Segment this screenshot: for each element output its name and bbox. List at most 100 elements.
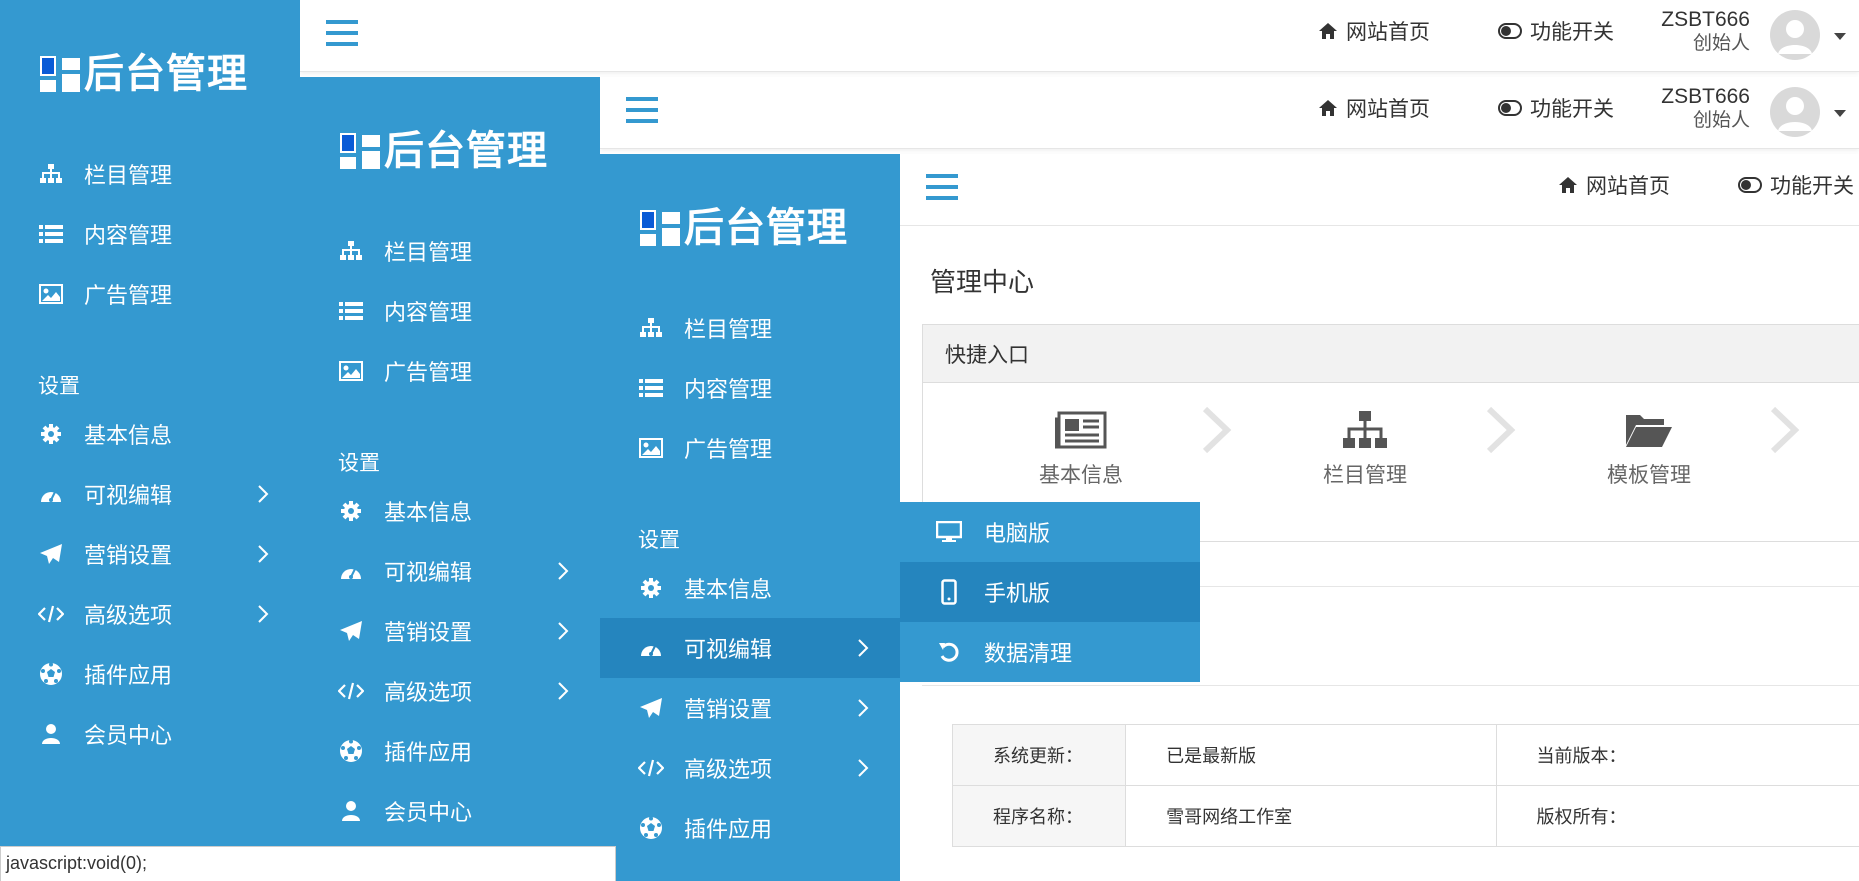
sidebar-item-columns[interactable]: 栏目管理 <box>300 221 600 281</box>
quick-entry-title: 快捷入口 <box>923 325 1859 383</box>
chevron-right-icon <box>558 622 569 640</box>
chevron-right-icon <box>258 485 269 503</box>
sidebar-section-settings: 设置 <box>338 452 380 475</box>
sidebar-item-members[interactable]: 会员中心 <box>0 704 300 764</box>
logo-text: 后台管理 <box>684 205 848 251</box>
sidebar-item-columns[interactable]: 栏目管理 <box>0 144 300 204</box>
soccer-ball-icon <box>38 661 64 687</box>
sidebar-item-ads[interactable]: 广告管理 <box>0 264 300 324</box>
home-link[interactable]: 网站首页 <box>1558 170 1670 200</box>
sidebar-item-marketing[interactable]: 营销设置 <box>300 601 600 661</box>
sidebar-item-marketing[interactable]: 营销设置 <box>0 524 300 584</box>
gear-icon <box>638 575 664 601</box>
gear-icon <box>38 421 64 447</box>
logo: 后台管理 <box>638 206 848 250</box>
sidebar-item-visual-edit[interactable]: 可视编辑 <box>600 618 900 678</box>
menu-toggle-icon[interactable] <box>626 97 658 125</box>
logo: 后台管理 <box>338 129 548 173</box>
feature-toggle-link[interactable]: 功能开关 <box>1498 93 1614 123</box>
user-role: 创始人 <box>1692 33 1750 54</box>
sitemap-icon <box>638 315 664 341</box>
user-dropdown-caret-icon[interactable] <box>1834 33 1846 40</box>
sidebar-item-ads[interactable]: 广告管理 <box>600 418 900 478</box>
sidebar-item-columns[interactable]: 栏目管理 <box>600 298 900 358</box>
system-info-table: 系统更新： 已是最新版 当前版本： 程序名称： 雪哥网络工作室 版权所有： <box>951 724 1859 847</box>
sidebar-item-basic-info[interactable]: 基本信息 <box>600 558 900 618</box>
user-info[interactable]: ZSBT666 创始人 <box>1650 85 1750 133</box>
submenu-item-desktop[interactable]: 电脑版 <box>900 502 1200 562</box>
sidebar-item-content[interactable]: 内容管理 <box>600 358 900 418</box>
code-icon <box>38 601 64 627</box>
sidebar-item-content[interactable]: 内容管理 <box>0 204 300 264</box>
top-header: 网站首页 功能开关 <box>900 154 1859 226</box>
page-title: 管理中心 <box>930 267 1035 297</box>
logo-text: 后台管理 <box>384 128 548 174</box>
sidebar: 后台管理 栏目管理 内容管理 广告管理 设置 基本信息 可视编辑 营销设置 高级… <box>600 154 900 881</box>
sidebar-section-settings: 设置 <box>638 529 680 552</box>
toggle-icon <box>1498 23 1522 39</box>
sidebar-item-plugins[interactable]: 插件应用 <box>600 798 900 858</box>
sidebar-item-members[interactable]: 会员中心 <box>300 781 600 841</box>
paper-plane-icon <box>638 695 664 721</box>
sidebar-nav: 栏目管理 内容管理 广告管理 设置 基本信息 可视编辑 营销设置 高级选项 插件… <box>300 221 600 841</box>
undo-icon <box>936 639 962 665</box>
submenu-item-data-cleanup[interactable]: 数据清理 <box>900 622 1200 682</box>
sidebar-item-advanced[interactable]: 高级选项 <box>600 738 900 798</box>
sidebar-item-marketing[interactable]: 营销设置 <box>600 678 900 738</box>
sidebar-item-ads[interactable]: 广告管理 <box>300 341 600 401</box>
user-icon <box>338 798 364 824</box>
code-icon <box>638 755 664 781</box>
quick-entry-columns[interactable]: 栏目管理 <box>1295 405 1435 489</box>
image-icon <box>338 358 364 384</box>
list-icon <box>338 298 364 324</box>
home-link[interactable]: 网站首页 <box>1318 16 1430 46</box>
avatar[interactable] <box>1770 87 1820 137</box>
logo-mark-icon <box>338 131 382 171</box>
quick-entry-basic-info[interactable]: 基本信息 <box>1011 405 1151 489</box>
folder-open-icon <box>1626 415 1672 447</box>
feature-toggle-link[interactable]: 功能开关 <box>1498 16 1614 46</box>
sidebar-item-plugins[interactable]: 插件应用 <box>0 644 300 704</box>
code-icon <box>338 678 364 704</box>
list-icon <box>38 221 64 247</box>
user-info[interactable]: ZSBT666 创始人 <box>1650 8 1750 56</box>
home-icon <box>1559 177 1577 193</box>
chevron-right-icon <box>858 699 869 717</box>
home-icon <box>1319 23 1337 39</box>
soccer-ball-icon <box>338 738 364 764</box>
user-dropdown-caret-icon[interactable] <box>1834 110 1846 117</box>
sidebar-item-basic-info[interactable]: 基本信息 <box>300 481 600 541</box>
top-header: 网站首页 功能开关 ZSBT666 创始人 <box>300 0 1859 72</box>
soccer-ball-icon <box>638 815 664 841</box>
avatar[interactable] <box>1770 10 1820 60</box>
chevron-right-icon <box>858 639 869 657</box>
table-row: 程序名称： 雪哥网络工作室 版权所有： <box>951 785 1859 847</box>
sidebar-item-content[interactable]: 内容管理 <box>300 281 600 341</box>
sidebar-item-plugins[interactable]: 插件应用 <box>300 721 600 781</box>
chevron-right-icon <box>1202 406 1232 454</box>
feature-toggle-link[interactable]: 功能开关 <box>1738 170 1854 200</box>
sidebar-item-visual-edit[interactable]: 可视编辑 <box>0 464 300 524</box>
sidebar: 后台管理 栏目管理 内容管理 广告管理 设置 基本信息 可视编辑 营销设置 高级… <box>300 77 600 881</box>
menu-toggle-icon[interactable] <box>326 20 358 48</box>
logo-text: 后台管理 <box>84 51 248 97</box>
sidebar-nav: 栏目管理 内容管理 广告管理 设置 基本信息 可视编辑 营销设置 高级选项 插件… <box>0 144 300 764</box>
sidebar-item-basic-info[interactable]: 基本信息 <box>0 404 300 464</box>
sidebar-item-visual-edit[interactable]: 可视编辑 <box>300 541 600 601</box>
quick-entry-templates[interactable]: 模板管理 <box>1579 405 1719 489</box>
image-icon <box>38 281 64 307</box>
menu-toggle-icon[interactable] <box>926 174 958 202</box>
sidebar-item-advanced[interactable]: 高级选项 <box>300 661 600 721</box>
list-icon <box>638 375 664 401</box>
paper-plane-icon <box>38 541 64 567</box>
user-name: ZSBT666 <box>1661 85 1750 108</box>
sidebar-item-advanced[interactable]: 高级选项 <box>0 584 300 644</box>
toggle-icon <box>1498 100 1522 116</box>
chevron-right-icon <box>858 759 869 777</box>
chevron-right-icon <box>1486 406 1516 454</box>
toggle-icon <box>1738 177 1762 193</box>
submenu-item-mobile[interactable]: 手机版 <box>900 562 1200 622</box>
browser-status-bar: javascript:void(0); <box>0 846 616 881</box>
home-link[interactable]: 网站首页 <box>1318 93 1430 123</box>
table-row: 系统更新： 已是最新版 当前版本： <box>951 724 1859 786</box>
